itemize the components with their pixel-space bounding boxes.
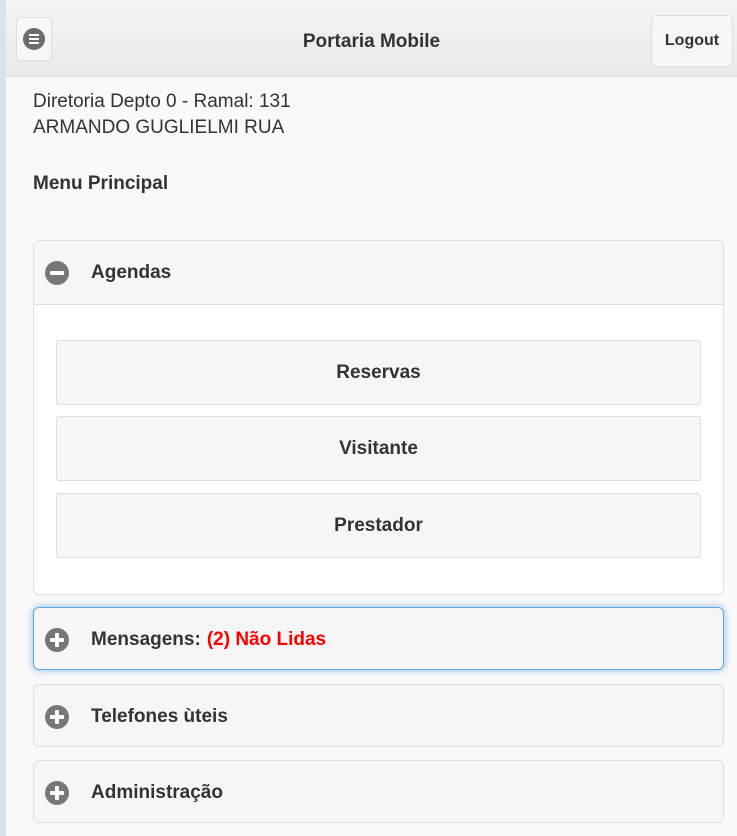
extension-text: Ramal: 131	[193, 91, 291, 112]
list-menu-icon	[23, 28, 45, 50]
section-administracao-label: Administração	[91, 781, 223, 803]
reservas-button[interactable]: Reservas	[56, 340, 701, 405]
section-mensagens[interactable]: Mensagens: (2) Não Lidas	[33, 607, 724, 670]
section-administracao-header[interactable]: Administração	[34, 761, 723, 824]
section-administracao[interactable]: Administração	[33, 760, 724, 823]
section-mensagens-header[interactable]: Mensagens: (2) Não Lidas	[34, 608, 723, 671]
section-agendas-label: Agendas	[91, 261, 172, 283]
minus-circle-icon	[45, 260, 69, 285]
plus-circle-icon	[45, 627, 69, 652]
separator-text: -	[181, 91, 189, 112]
section-agendas: Agendas Reservas Visitante Prestador	[33, 240, 724, 595]
logout-button[interactable]: Logout	[651, 15, 733, 67]
section-agendas-header[interactable]: Agendas	[34, 241, 723, 305]
user-department-line: Diretoria Depto 0 - Ramal: 131	[33, 91, 291, 113]
main-content: Diretoria Depto 0 - Ramal: 131 ARMANDO G…	[6, 77, 737, 836]
plus-circle-icon	[45, 780, 69, 805]
unread-count: (2) Não Lidas	[206, 628, 327, 650]
page-title: Portaria Mobile	[302, 31, 441, 52]
section-telefones[interactable]: Telefones ùteis	[33, 684, 724, 747]
section-telefones-header[interactable]: Telefones ùteis	[34, 685, 723, 748]
user-name: ARMANDO GUGLIELMI RUA	[33, 117, 285, 138]
prestador-button[interactable]: Prestador	[56, 493, 701, 558]
menu-button[interactable]	[16, 17, 52, 61]
header-bar: Portaria Mobile Logout	[6, 0, 737, 77]
section-mensagens-label: Mensagens:	[91, 628, 201, 650]
department-text: Diretoria Depto 0	[33, 91, 177, 112]
menu-title: Menu Principal	[33, 173, 169, 194]
visitante-button[interactable]: Visitante	[56, 416, 701, 481]
plus-circle-icon	[45, 704, 69, 729]
section-telefones-label: Telefones ùteis	[91, 705, 228, 727]
